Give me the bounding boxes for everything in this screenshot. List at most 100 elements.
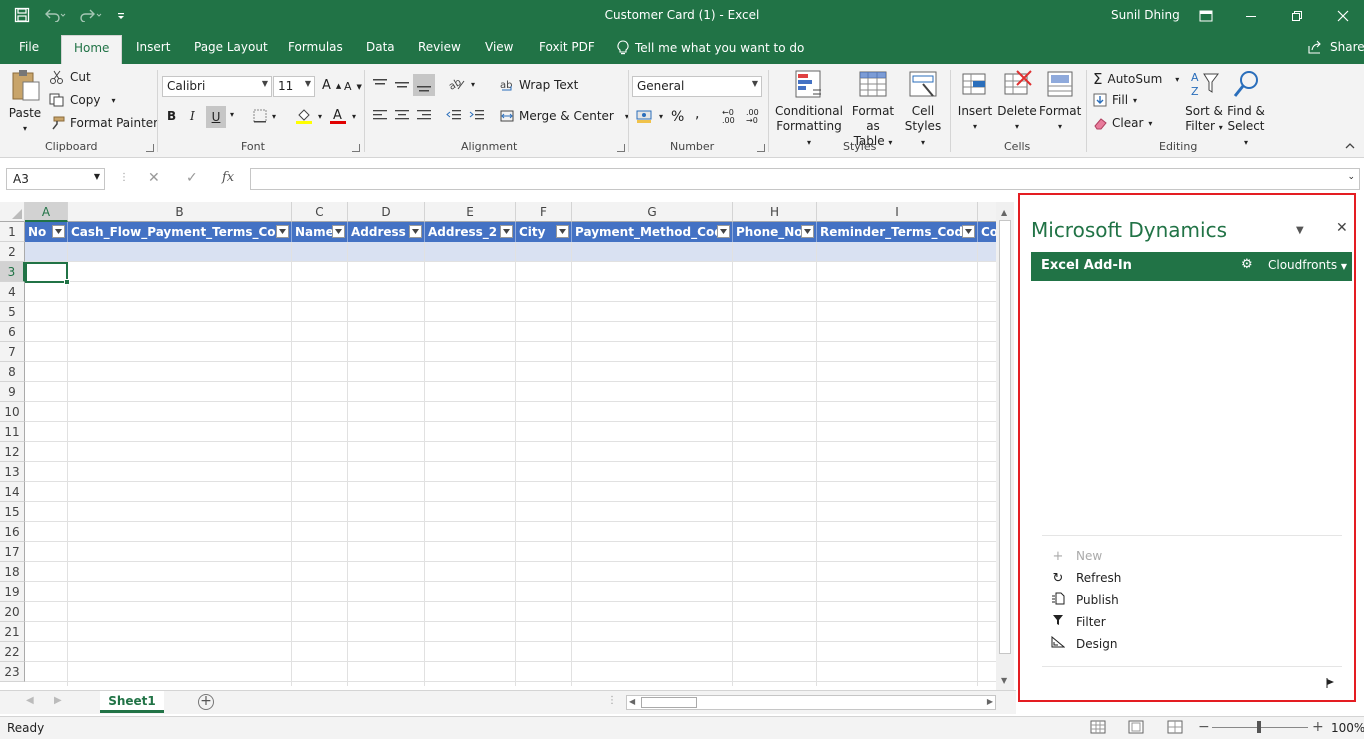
tab-page-layout[interactable]: Page Layout xyxy=(194,40,268,54)
format-cells-button[interactable]: Format ▾ xyxy=(1039,68,1081,134)
page-layout-view-icon[interactable] xyxy=(1128,720,1144,737)
row-header[interactable]: 20 xyxy=(0,602,25,622)
row-header[interactable]: 14 xyxy=(0,482,25,502)
paste-button[interactable]: Paste ▾ xyxy=(8,68,42,136)
scroll-down-icon[interactable]: ▼ xyxy=(1001,676,1007,685)
row-header[interactable]: 2 xyxy=(0,242,25,262)
new-action[interactable]: + New xyxy=(1050,545,1121,567)
row-header[interactable]: 11 xyxy=(0,422,25,442)
publish-action[interactable]: Publish xyxy=(1050,589,1121,611)
decrease-decimal-icon[interactable]: .00 →0 xyxy=(746,109,759,125)
zoom-in-icon[interactable]: + xyxy=(1312,719,1324,735)
row-header[interactable]: 23 xyxy=(0,662,25,682)
pane-options-icon[interactable]: ▼ xyxy=(1296,225,1304,236)
clear-button[interactable]: Clear ▾ xyxy=(1093,116,1152,130)
fill-button[interactable]: Fill ▾ xyxy=(1093,93,1137,107)
table-header-cell[interactable]: City xyxy=(516,222,572,242)
sheet-prev-icon[interactable]: ◀ xyxy=(26,695,34,706)
insert-function-icon[interactable]: fx xyxy=(222,170,234,185)
row-header[interactable]: 19 xyxy=(0,582,25,602)
filter-action[interactable]: Filter xyxy=(1050,611,1121,633)
merge-center-button[interactable]: Merge & Center ▾ xyxy=(500,109,629,123)
connection-selector[interactable]: Cloudfronts ▼ xyxy=(1268,258,1347,272)
name-box[interactable]: A3 ▼ xyxy=(6,168,105,190)
scroll-left-icon[interactable]: ◀ xyxy=(629,697,635,706)
row-header[interactable]: 16 xyxy=(0,522,25,542)
number-launcher-icon[interactable] xyxy=(757,144,765,152)
font-name-box[interactable]: Calibri ▼ xyxy=(162,76,272,97)
add-sheet-icon[interactable]: + xyxy=(198,694,214,710)
zoom-out-icon[interactable]: − xyxy=(1198,719,1210,735)
format-as-table-button[interactable]: Format as Table ▾ xyxy=(844,68,902,150)
row-header[interactable]: 21 xyxy=(0,622,25,642)
italic-button[interactable]: I xyxy=(190,109,195,123)
clipboard-launcher-icon[interactable] xyxy=(146,144,154,152)
cancel-entry-icon[interactable]: ✕ xyxy=(148,170,160,186)
cut-button[interactable]: Cut xyxy=(49,70,91,84)
filter-dropdown-icon[interactable] xyxy=(556,225,569,238)
orientation-icon[interactable]: ab ▾ xyxy=(448,77,475,91)
filter-dropdown-icon[interactable] xyxy=(409,225,422,238)
column-header-i[interactable]: I xyxy=(817,202,978,222)
filter-dropdown-icon[interactable] xyxy=(332,225,345,238)
table-header-cell[interactable]: Address xyxy=(348,222,425,242)
decrease-indent-icon[interactable] xyxy=(446,109,462,123)
column-header-b[interactable]: B xyxy=(68,202,292,222)
page-break-view-icon[interactable] xyxy=(1167,720,1183,737)
find-select-button[interactable]: Find & Select ▾ xyxy=(1225,68,1267,150)
filter-dropdown-icon[interactable] xyxy=(52,225,65,238)
bottom-align-icon[interactable] xyxy=(413,74,435,96)
sort-filter-button[interactable]: AZ Sort & Filter ▾ xyxy=(1183,68,1225,135)
vertical-scrollbar[interactable]: ▲ ▼ xyxy=(996,202,1014,690)
comma-style-icon[interactable]: , xyxy=(695,106,699,122)
align-right-icon[interactable] xyxy=(416,109,432,123)
row-header[interactable]: 7 xyxy=(0,342,25,362)
column-header-e[interactable]: E xyxy=(425,202,516,222)
row-header[interactable]: 1 xyxy=(0,222,25,242)
column-header-j[interactable] xyxy=(978,202,996,222)
refresh-action[interactable]: ↻ Refresh xyxy=(1050,567,1122,589)
row-header[interactable]: 22 xyxy=(0,642,25,662)
scroll-up-icon[interactable]: ▲ xyxy=(1001,208,1007,217)
pane-flag-icon[interactable] xyxy=(1326,677,1336,692)
accounting-format-icon[interactable]: ▾ xyxy=(636,108,663,124)
collapse-ribbon-icon[interactable] xyxy=(1345,142,1355,150)
column-header-d[interactable]: D xyxy=(348,202,425,222)
row-header[interactable]: 4 xyxy=(0,282,25,302)
scroll-right-icon[interactable]: ▶ xyxy=(987,697,993,706)
row-header[interactable]: 5 xyxy=(0,302,25,322)
column-header-g[interactable]: G xyxy=(572,202,733,222)
table-header-cell[interactable]: Phone_No xyxy=(733,222,817,242)
increase-indent-icon[interactable] xyxy=(469,109,485,123)
copy-button[interactable]: Copy ▾ xyxy=(49,93,115,107)
zoom-level[interactable]: 100% xyxy=(1331,721,1364,735)
row-header[interactable]: 13 xyxy=(0,462,25,482)
shrink-font-icon[interactable]: A ▼ xyxy=(344,80,362,93)
table-header-cell[interactable]: Payment_Method_Cod xyxy=(572,222,733,242)
sheet-tab-sheet1[interactable]: Sheet1 xyxy=(100,691,164,713)
row-header[interactable]: 6 xyxy=(0,322,25,342)
tab-file[interactable]: File xyxy=(19,40,39,54)
tab-data[interactable]: Data xyxy=(366,40,395,54)
percent-style-icon[interactable]: % xyxy=(671,109,684,125)
close-pane-icon[interactable]: ✕ xyxy=(1336,220,1348,236)
row-header[interactable]: 17 xyxy=(0,542,25,562)
insert-cells-button[interactable]: Insert ▾ xyxy=(956,68,994,134)
filter-dropdown-icon[interactable] xyxy=(500,225,513,238)
tab-view[interactable]: View xyxy=(485,40,513,54)
font-size-box[interactable]: 11 ▼ xyxy=(273,76,315,97)
scrollbar-thumb[interactable] xyxy=(999,220,1011,654)
format-painter-button[interactable]: Format Painter xyxy=(49,116,158,130)
column-header-c[interactable]: C xyxy=(292,202,348,222)
alignment-launcher-icon[interactable] xyxy=(617,144,625,152)
align-left-icon[interactable] xyxy=(372,109,388,123)
table-data-row[interactable] xyxy=(25,242,996,262)
table-header-cell[interactable]: Name xyxy=(292,222,348,242)
middle-align-icon[interactable] xyxy=(394,77,410,91)
wrap-text-button[interactable]: ab Wrap Text xyxy=(500,78,578,92)
top-align-icon[interactable] xyxy=(372,77,388,91)
increase-decimal-icon[interactable]: ←0.00 xyxy=(722,109,735,125)
design-action[interactable]: Design xyxy=(1050,633,1121,655)
h-scrollbar-thumb[interactable] xyxy=(641,697,697,708)
row-header[interactable]: 10 xyxy=(0,402,25,422)
